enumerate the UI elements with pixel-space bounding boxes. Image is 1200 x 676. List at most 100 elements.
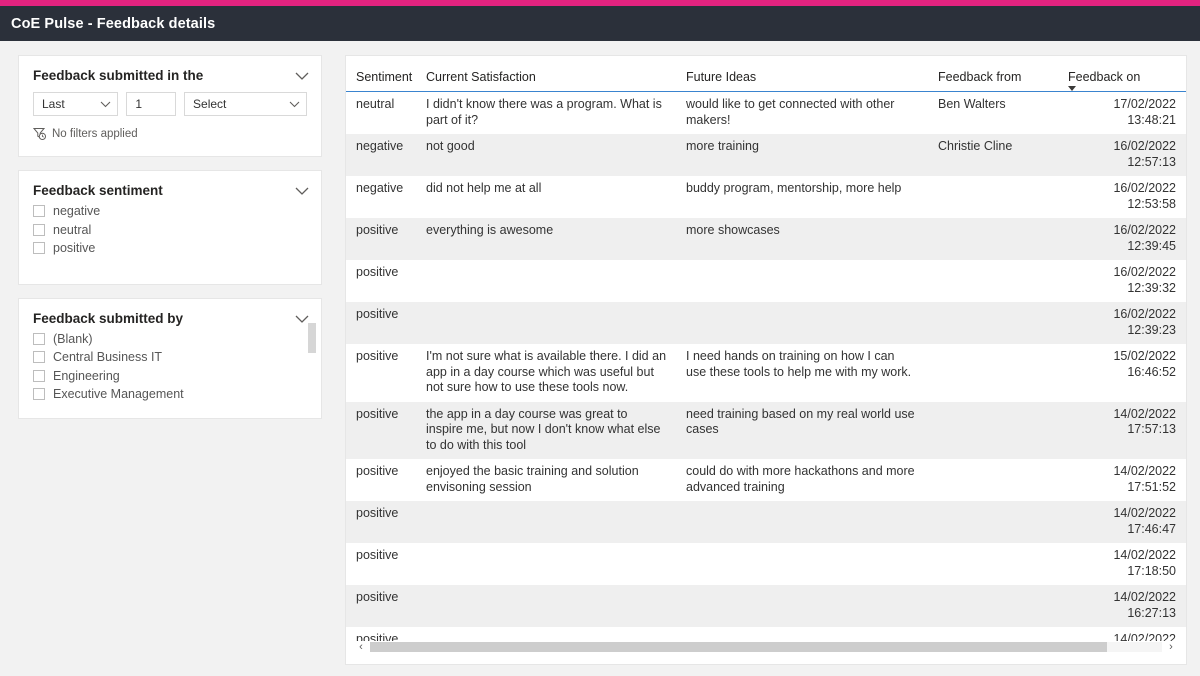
app-header: CoE Pulse - Feedback details (0, 6, 1200, 41)
checkbox-item-positive[interactable]: positive (33, 239, 309, 258)
scroll-right-arrow-icon[interactable]: › (1164, 640, 1178, 654)
filter-title-sentiment: Feedback sentiment (33, 183, 163, 198)
scrollbar-track[interactable] (370, 642, 1162, 652)
checkbox-item-blank[interactable]: (Blank) (33, 330, 309, 349)
submitted-by-scrollbar[interactable] (308, 322, 316, 393)
cell-current-satisfaction: did not help me at all (416, 176, 676, 218)
cell-feedback-from (928, 459, 1058, 501)
cell-future-ideas: I need hands on training on how I can us… (676, 344, 928, 402)
table-row[interactable]: positive 14/02/2022 17:18:50 (346, 543, 1186, 585)
table-row[interactable]: negative did not help me at all buddy prog… (346, 176, 1186, 218)
table-header: Sentiment Current Satisfaction Future Id… (346, 66, 1186, 92)
submitted-by-checkbox-list: (Blank) Central Business IT Engineering … (19, 329, 321, 418)
app-title: CoE Pulse - Feedback details (11, 15, 216, 32)
cell-future-ideas: more showcases (676, 218, 928, 260)
cell-feedback-from (928, 585, 1058, 627)
cell-feedback-from (928, 176, 1058, 218)
checkbox-item-neutral[interactable]: neutral (33, 221, 309, 240)
checkbox-icon[interactable] (33, 205, 45, 218)
filter-clock-icon (32, 127, 46, 140)
cell-sentiment: positive (346, 501, 416, 543)
table-body: neutral I didn't know there was a program… (346, 91, 1186, 641)
checkbox-item-engineering[interactable]: Engineering (33, 367, 309, 386)
checkbox-icon[interactable] (33, 223, 45, 236)
feedback-details-table: Sentiment Current Satisfaction Future Id… (346, 66, 1186, 641)
cell-sentiment: negative (346, 176, 416, 218)
cell-feedback-on: 14/02/2022 17:57:13 (1058, 401, 1186, 459)
cell-sentiment: neutral (346, 91, 416, 134)
cell-current-satisfaction (416, 501, 676, 543)
chevron-down-icon[interactable] (100, 100, 111, 108)
table-row[interactable]: positive 16/02/2022 12:39:23 (346, 302, 1186, 344)
date-operator-value: Last (42, 97, 65, 111)
checkbox-icon[interactable] (33, 242, 45, 255)
column-header-feedback-on[interactable]: Feedback on (1058, 66, 1186, 92)
filter-card-header: Feedback submitted by (19, 299, 321, 329)
horizontal-scrollbar[interactable]: ‹ › (354, 640, 1178, 654)
table-row[interactable]: positive 14/02/2022 17:46:47 (346, 501, 1186, 543)
filter-title-submitted-in-the: Feedback submitted in the (33, 68, 204, 83)
filter-card-sentiment[interactable]: Feedback sentiment negative neutral posi… (18, 170, 322, 285)
cell-feedback-on: 14/02/2022 17:18:50 (1058, 543, 1186, 585)
table-row[interactable]: negative not good more training Christie Cl… (346, 134, 1186, 176)
cell-current-satisfaction (416, 627, 676, 641)
filter-card-submitted-in-the[interactable]: Feedback submitted in the Last 1 Select … (18, 55, 322, 157)
cell-feedback-from: Ben Walters (928, 91, 1058, 134)
scrollbar-thumb[interactable] (308, 322, 316, 353)
table-row[interactable]: positive 14/02/2022 16:27:13 (346, 585, 1186, 627)
cell-feedback-on: 16/02/2022 12:39:45 (1058, 218, 1186, 260)
table-row[interactable]: positive enjoyed the basic training and s… (346, 459, 1186, 501)
cell-feedback-from (928, 218, 1058, 260)
table-row[interactable]: positive 14/02/2022 16:25:08 (346, 627, 1186, 641)
date-unit-value: Select (193, 97, 227, 111)
checkbox-item-executive-management[interactable]: Executive Management (33, 385, 309, 404)
checkbox-label: positive (53, 241, 96, 256)
table-row[interactable]: positive the app in a day course was grea… (346, 401, 1186, 459)
cell-feedback-on: 16/02/2022 12:53:58 (1058, 176, 1186, 218)
cell-feedback-on: 17/02/2022 13:48:21 (1058, 91, 1186, 134)
date-count-input[interactable]: 1 (126, 92, 177, 116)
cell-future-ideas: buddy program, mentorship, more help (676, 176, 928, 218)
cell-sentiment: positive (346, 260, 416, 302)
cell-feedback-on: 14/02/2022 16:27:13 (1058, 585, 1186, 627)
cell-feedback-on: 16/02/2022 12:57:13 (1058, 134, 1186, 176)
table-row[interactable]: positive everything is awesome more showca… (346, 218, 1186, 260)
table-row[interactable]: positive 16/02/2022 12:39:32 (346, 260, 1186, 302)
cell-future-ideas (676, 501, 928, 543)
chevron-down-icon[interactable] (295, 186, 309, 196)
date-unit-dropdown[interactable]: Select (184, 92, 307, 116)
checkbox-icon[interactable] (33, 351, 45, 364)
chevron-down-icon[interactable] (295, 314, 309, 324)
checkbox-icon[interactable] (33, 332, 45, 345)
chevron-down-icon[interactable] (295, 71, 309, 81)
chevron-down-icon[interactable] (289, 100, 300, 108)
checkbox-icon[interactable] (33, 369, 45, 382)
cell-current-satisfaction: enjoyed the basic training and solution … (416, 459, 676, 501)
cell-feedback-from (928, 543, 1058, 585)
scrollbar-thumb[interactable] (370, 642, 1107, 652)
cell-feedback-from (928, 627, 1058, 641)
sort-descending-icon (1068, 86, 1076, 91)
checkbox-item-negative[interactable]: negative (33, 202, 309, 221)
checkbox-item-central-business-it[interactable]: Central Business IT (33, 348, 309, 367)
cell-feedback-on: 14/02/2022 17:51:52 (1058, 459, 1186, 501)
column-header-current-satisfaction[interactable]: Current Satisfaction (416, 66, 676, 92)
checkbox-label: negative (53, 204, 101, 219)
checkbox-label: (Blank) (53, 331, 93, 346)
cell-current-satisfaction: not good (416, 134, 676, 176)
column-header-feedback-from[interactable]: Feedback from (928, 66, 1058, 92)
column-header-sentiment[interactable]: Sentiment (346, 66, 416, 92)
date-operator-dropdown[interactable]: Last (33, 92, 119, 116)
scroll-left-arrow-icon[interactable]: ‹ (354, 640, 368, 654)
column-header-future-ideas[interactable]: Future Ideas (676, 66, 928, 92)
cell-feedback-on: 16/02/2022 12:39:32 (1058, 260, 1186, 302)
table-row[interactable]: positive I'm not sure what is available t… (346, 344, 1186, 402)
table-row[interactable]: neutral I didn't know there was a program… (346, 91, 1186, 134)
checkbox-icon[interactable] (33, 388, 45, 401)
cell-feedback-from (928, 501, 1058, 543)
filter-title-submitted-by: Feedback submitted by (33, 310, 184, 326)
filter-card-submitted-by[interactable]: Feedback submitted by (Blank) Central Bu… (18, 297, 322, 419)
filter-pane: Feedback submitted in the Last 1 Select … (18, 55, 322, 432)
cell-feedback-from (928, 344, 1058, 402)
date-count-value: 1 (135, 97, 143, 111)
